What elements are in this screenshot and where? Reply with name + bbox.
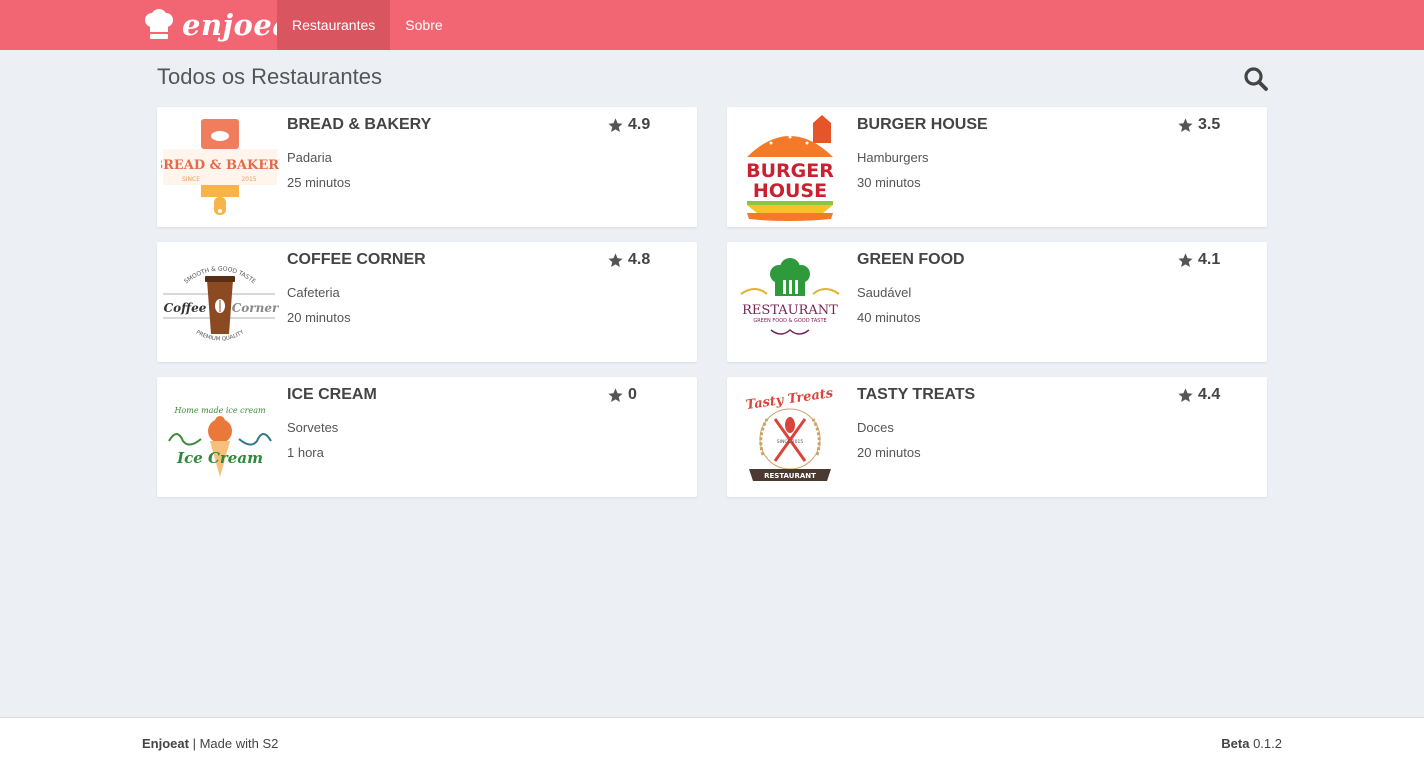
restaurant-name: TASTY TREATS — [857, 386, 976, 403]
rating-value: 4.9 — [628, 116, 651, 133]
restaurant-name: BREAD & BAKERY — [287, 116, 432, 133]
rating-value: 4.8 — [628, 251, 651, 268]
svg-text:RESTAURANT: RESTAURANT — [764, 472, 816, 480]
restaurant-category: Sorvetes — [287, 420, 339, 435]
restaurant-name: BURGER HOUSE — [857, 116, 988, 133]
rating-value: 3.5 — [1198, 116, 1221, 133]
nav-restaurantes[interactable]: Restaurantes — [277, 0, 391, 50]
restaurant-name: COFFEE CORNER — [287, 251, 426, 268]
restaurant-category: Hamburgers — [857, 150, 929, 165]
svg-text:Coffee: Coffee — [164, 301, 207, 315]
svg-text:Corner: Corner — [232, 301, 279, 315]
restaurant-category: Cafeteria — [287, 285, 340, 300]
delivery-time: 25 minutos — [287, 175, 351, 190]
restaurant-category: Saudável — [857, 285, 912, 300]
restaurant-name: GREEN FOOD — [857, 251, 965, 268]
footer: Enjoeat | Made with S2 Beta 0.1.2 — [0, 717, 1424, 768]
star-icon — [1178, 252, 1193, 267]
coffee-corner-logo: SMOOTH & GOOD TASTE Coffee Corner PREMIU… — [163, 265, 279, 343]
rating-value: 4.4 — [1198, 386, 1221, 403]
restaurant-rating: 4.1 — [1177, 251, 1220, 269]
restaurant-card[interactable]: SMOOTH & GOOD TASTE Coffee Corner PREMIU… — [157, 242, 697, 362]
star-icon — [1178, 387, 1193, 402]
restaurant-rating: 4.4 — [1177, 386, 1220, 404]
restaurant-card[interactable]: Tasty Treats SINCE 2015 RESTAURANT TASTY… — [727, 377, 1267, 497]
restaurant-rating: 4.8 — [607, 251, 650, 269]
bread-bakery-logo: BREAD & BAKERY SINCE 2015 — [161, 119, 279, 215]
star-icon — [608, 387, 623, 402]
svg-text:HOUSE: HOUSE — [753, 180, 827, 202]
green-food-logo: RESTAURANT GREEN FOOD & GOOD TASTE — [740, 258, 840, 335]
svg-text:SINCE 2015: SINCE 2015 — [777, 439, 804, 445]
ice-cream-logo: Home made ice cream Ice Cream — [168, 406, 272, 477]
tasty-treats-logo: Tasty Treats SINCE 2015 RESTAURANT — [745, 386, 835, 481]
footer-credits: Enjoeat | Made with S2 — [142, 736, 278, 751]
footer-brand: Enjoeat — [142, 736, 189, 751]
delivery-time: 30 minutos — [857, 175, 921, 190]
chef-hat-icon — [145, 9, 173, 39]
delivery-time: 40 minutos — [857, 310, 921, 325]
footer-made-with: | Made with S2 — [192, 736, 279, 751]
nav-sobre[interactable]: Sobre — [390, 0, 457, 50]
rating-value: 4.1 — [1198, 251, 1221, 268]
restaurant-rating: 3.5 — [1177, 116, 1220, 134]
delivery-time: 20 minutos — [857, 445, 921, 460]
svg-text:RESTAURANT: RESTAURANT — [742, 303, 838, 318]
page-title: Todos os Restaurantes — [157, 64, 383, 89]
restaurant-name: ICE CREAM — [287, 386, 377, 403]
svg-text:Home made ice cream: Home made ice cream — [173, 406, 266, 415]
top-navbar: enjoeat Restaurantes Sobre — [0, 0, 1424, 50]
beta-label: Beta — [1221, 736, 1250, 751]
version-number: 0.1.2 — [1253, 736, 1282, 751]
restaurant-card[interactable]: Home made ice cream Ice Cream ICE CREAM … — [157, 377, 697, 497]
svg-text:GREEN FOOD & GOOD TASTE: GREEN FOOD & GOOD TASTE — [753, 318, 826, 324]
rating-value: 0 — [628, 386, 637, 403]
star-icon — [608, 252, 623, 267]
restaurant-card[interactable]: BURGER HOUSE BURGER HOUSE 3.5 Hamburgers… — [727, 107, 1267, 227]
restaurant-rating: 4.9 — [607, 116, 650, 134]
svg-text:BURGER: BURGER — [746, 160, 834, 182]
svg-text:2015: 2015 — [241, 176, 256, 183]
restaurant-card[interactable]: BREAD & BAKERY SINCE 2015 BREAD & BAKERY… — [157, 107, 697, 227]
delivery-time: 20 minutos — [287, 310, 351, 325]
footer-version: Beta 0.1.2 — [1221, 736, 1282, 751]
star-icon — [1178, 117, 1193, 132]
restaurant-category: Doces — [857, 420, 894, 435]
svg-text:Ice Cream: Ice Cream — [176, 449, 263, 467]
restaurant-card[interactable]: RESTAURANT GREEN FOOD & GOOD TASTE GREEN… — [727, 242, 1267, 362]
burger-house-logo: BURGER HOUSE — [746, 115, 834, 221]
restaurant-category: Padaria — [287, 150, 332, 165]
restaurant-rating: 0 — [607, 386, 637, 404]
svg-text:SINCE: SINCE — [182, 176, 200, 183]
search-icon[interactable] — [1243, 66, 1269, 92]
svg-text:BREAD & BAKERY: BREAD & BAKERY — [161, 158, 279, 173]
star-icon — [608, 117, 623, 132]
delivery-time: 1 hora — [287, 445, 324, 460]
